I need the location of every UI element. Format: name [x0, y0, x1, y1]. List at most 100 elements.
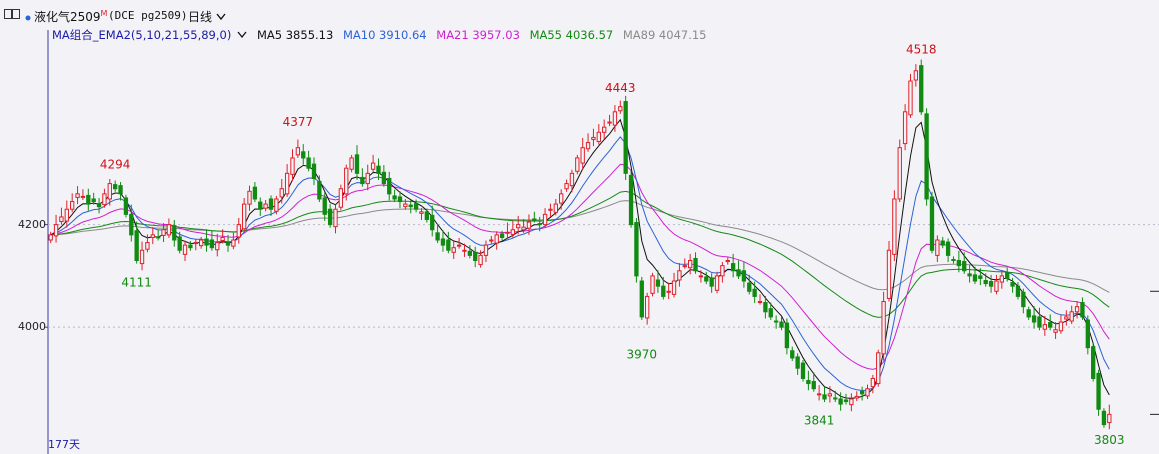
candle-body: [440, 238, 446, 246]
candle: [446, 231, 451, 254]
candle: [215, 233, 220, 257]
candle: [548, 203, 553, 217]
candle-body: [596, 131, 601, 143]
candle-body: [376, 165, 381, 174]
candle-body: [687, 260, 693, 269]
candle-body: [876, 352, 881, 385]
candle-body: [150, 234, 155, 238]
candle: [1026, 306, 1031, 320]
candle-body: [623, 101, 628, 174]
candle-body: [833, 397, 838, 400]
candle-body: [317, 181, 322, 200]
candle: [730, 253, 736, 278]
candle: [408, 200, 413, 214]
candle-body: [978, 275, 983, 279]
candle-body: [988, 281, 994, 287]
extreme-label: 4443: [605, 81, 636, 95]
candle-body: [757, 301, 763, 304]
candle-body: [209, 239, 215, 249]
candle-body: [548, 208, 553, 211]
candle: [354, 145, 360, 180]
candle-body: [1091, 346, 1096, 379]
candle: [182, 240, 188, 262]
candle-body: [1107, 413, 1112, 424]
candle-body: [478, 254, 483, 266]
candle-body: [1021, 291, 1026, 308]
candle-body: [370, 162, 376, 170]
candle: [172, 220, 177, 247]
candle: [935, 235, 940, 263]
candle: [924, 108, 929, 206]
candle: [1107, 404, 1112, 430]
candle-body: [671, 280, 677, 295]
candle-body: [413, 203, 419, 210]
candle: [806, 370, 811, 391]
candle-body: [64, 208, 69, 222]
candle-body: [456, 244, 462, 247]
candle-body: [645, 295, 650, 319]
candle-body: [730, 263, 736, 272]
candle-body: [892, 198, 897, 255]
ma89-line: [50, 200, 1110, 293]
candle-body: [763, 302, 768, 313]
candle: [682, 258, 687, 269]
candle-body: [193, 242, 198, 245]
candle: [263, 200, 268, 212]
candle-body: [956, 260, 962, 267]
candle-body: [628, 174, 634, 226]
candle: [623, 95, 628, 180]
candle: [940, 236, 945, 249]
candle-body: [102, 193, 107, 206]
candle: [1069, 305, 1074, 325]
candle: [113, 180, 118, 192]
candle-body: [1074, 306, 1080, 313]
candle-body: [720, 265, 725, 277]
candle: [1085, 315, 1090, 355]
candle-body: [967, 273, 972, 277]
candle: [247, 185, 252, 211]
candle-body: [682, 265, 687, 268]
candle: [290, 149, 295, 182]
y-tick-4000: 4000: [18, 320, 46, 334]
candle-body: [344, 167, 349, 195]
candle-body: [161, 229, 166, 236]
candle-body: [172, 225, 177, 241]
candle: [139, 241, 145, 271]
candle-body: [306, 157, 311, 169]
candle-body: [295, 147, 301, 156]
candle: [967, 265, 972, 283]
candle: [741, 262, 747, 288]
candle: [1096, 369, 1101, 416]
candle: [999, 270, 1005, 289]
candle-body: [607, 121, 612, 124]
candle: [387, 171, 392, 201]
candle-body: [188, 244, 193, 249]
candle-body: [1042, 324, 1047, 330]
candle: [392, 189, 397, 203]
candle-body: [403, 203, 408, 208]
candle-body: [994, 280, 999, 292]
candle-body: [725, 260, 730, 263]
price-chart[interactable]: 4294 4111 4377 4443 3970 3841 4518 3803: [0, 0, 1159, 454]
candle-body: [602, 126, 607, 133]
candle: [747, 274, 752, 295]
candle-body: [575, 157, 580, 172]
candle: [295, 139, 301, 158]
candle-body: [1010, 282, 1015, 287]
candle-body: [580, 147, 585, 164]
candle: [274, 195, 279, 215]
candle-body: [301, 151, 306, 159]
candle-body: [773, 320, 779, 323]
candle-body: [886, 249, 892, 299]
candle: [1058, 314, 1064, 334]
candle: [580, 137, 585, 170]
candle-body: [473, 251, 478, 262]
candle: [639, 276, 644, 320]
candle-body: [811, 381, 816, 390]
candle-body: [843, 399, 849, 403]
candle-body: [381, 171, 387, 185]
candle-body: [134, 230, 139, 262]
candle: [134, 221, 139, 264]
candle-body: [1101, 410, 1107, 426]
candle-body: [698, 275, 704, 278]
